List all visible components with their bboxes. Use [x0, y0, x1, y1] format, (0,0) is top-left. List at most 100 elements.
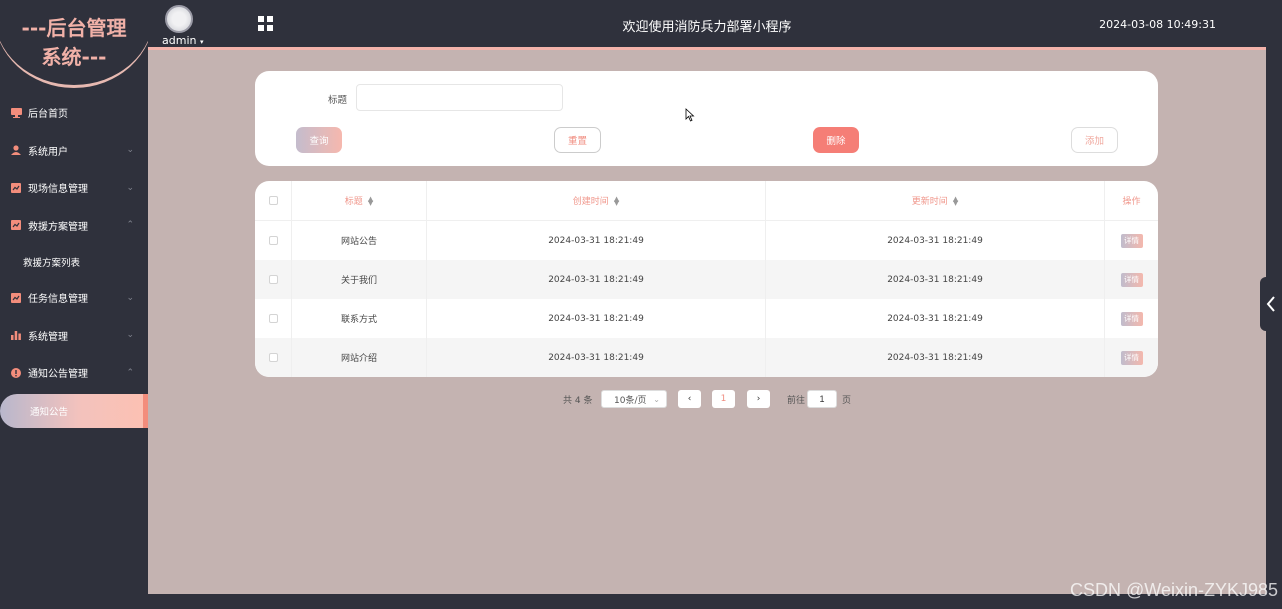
- page-suffix: 页: [842, 396, 852, 406]
- logo-text: ---后台管理 系统---: [0, 14, 148, 72]
- chevron-up-icon: ⌃: [126, 220, 134, 231]
- header-update-time[interactable]: 更新时间 ▲ ▼: [766, 181, 1105, 220]
- sidebar-item-label: 后台首页: [28, 109, 68, 121]
- header-actions: 操作: [1122, 197, 1141, 207]
- table-row: 联系方式 2024-03-31 18:21:49 2024-03-31 18:2…: [255, 299, 1158, 338]
- sidebar-item-label: 系统管理: [28, 331, 68, 343]
- row-checkbox-cell: [255, 260, 292, 299]
- row-checkbox-cell: [255, 338, 292, 377]
- table-header: 标题 ▲ ▼ 创建时间 ▲ ▼ 更新时间 ▲ ▼ 操作: [255, 181, 1158, 220]
- sidebar-item-home[interactable]: 后台首页: [0, 94, 148, 132]
- sidebar-subitem-rescue-list[interactable]: 救援方案列表: [0, 244, 148, 279]
- goto-page-input[interactable]: [807, 390, 837, 408]
- logo-line-1: ---后台管理: [21, 16, 127, 40]
- top-bar: admin ▾ 欢迎使用消防兵力部署小程序 2024-03-08 10:49:3…: [148, 0, 1266, 50]
- sidebar-subitem-label: 救援方案列表: [23, 257, 81, 269]
- table-row: 网站介绍 2024-03-31 18:21:49 2024-03-31 18:2…: [255, 338, 1158, 377]
- page-number-1[interactable]: 1: [712, 390, 735, 408]
- sidebar-item-label: 救援方案管理: [28, 221, 88, 233]
- cell-create-time: 2024-03-31 18:21:49: [427, 221, 766, 260]
- query-button[interactable]: 查询: [296, 127, 342, 153]
- delete-button[interactable]: 删除: [813, 127, 859, 153]
- chevron-left-icon: ‹: [687, 394, 692, 404]
- chevron-down-icon: ⌄: [126, 330, 134, 341]
- cell-actions: 详情: [1105, 221, 1158, 260]
- reset-button[interactable]: 重置: [554, 127, 601, 153]
- title-label: 标题: [328, 95, 348, 106]
- chevron-down-icon: ⌄: [126, 292, 134, 303]
- detail-button[interactable]: 详情: [1120, 233, 1143, 248]
- detail-button[interactable]: 详情: [1120, 311, 1143, 326]
- bar-chart-icon: [10, 329, 22, 341]
- chevron-down-icon: ⌄: [126, 145, 134, 156]
- row-checkbox[interactable]: [268, 236, 278, 245]
- collapse-panel-tab[interactable]: [1260, 277, 1282, 331]
- row-checkbox[interactable]: [268, 353, 278, 362]
- watermark: CSDN @Weixin-ZYKJ985: [1070, 580, 1278, 600]
- chevron-down-icon: ⌄: [126, 182, 134, 193]
- cell-actions: 详情: [1105, 338, 1158, 377]
- monitor-icon: [10, 107, 22, 119]
- mouse-cursor-icon: [685, 108, 695, 122]
- cell-update-time: 2024-03-31 18:21:49: [766, 221, 1105, 260]
- cell-title: 关于我们: [292, 260, 427, 299]
- cell-actions: 详情: [1105, 260, 1158, 299]
- sidebar-item-rescue-plan[interactable]: 救援方案管理 ⌃: [0, 207, 148, 245]
- sidebar-item-label: 现场信息管理: [28, 184, 88, 196]
- chart-icon: [10, 292, 22, 304]
- total-count: 共 4 条: [563, 396, 593, 406]
- cell-title: 网站介绍: [292, 338, 427, 377]
- logo: ---后台管理 系统---: [0, 0, 154, 88]
- chevron-up-icon: ⌃: [126, 367, 134, 378]
- cell-title: 联系方式: [292, 299, 427, 338]
- cell-create-time: 2024-03-31 18:21:49: [427, 299, 766, 338]
- header-title[interactable]: 标题 ▲ ▼: [292, 181, 427, 220]
- sidebar-subitem-notice[interactable]: 通知公告: [0, 393, 148, 428]
- chevron-down-icon: ⌄: [653, 394, 660, 404]
- header-checkbox-cell: [255, 181, 292, 220]
- data-table: 标题 ▲ ▼ 创建时间 ▲ ▼ 更新时间 ▲ ▼ 操作 网站公告 2024-03-31 18…: [255, 181, 1158, 377]
- table-row: 网站公告 2024-03-31 18:21:49 2024-03-31 18:2…: [255, 221, 1158, 260]
- info-icon: [10, 367, 22, 379]
- goto-label: 前往: [787, 396, 806, 406]
- sidebar-item-task-info[interactable]: 任务信息管理 ⌄: [0, 279, 148, 317]
- add-button[interactable]: 添加: [1071, 127, 1118, 153]
- table-row: 关于我们 2024-03-31 18:21:49 2024-03-31 18:2…: [255, 260, 1158, 299]
- row-checkbox[interactable]: [268, 275, 278, 284]
- pagination: 共 4 条 10条/页⌄ ‹ 1 › 前往 页: [148, 390, 1266, 408]
- sidebar-subitem-label: 通知公告: [30, 406, 69, 418]
- sidebar-item-label: 任务信息管理: [28, 294, 88, 306]
- sidebar-item-scene-info[interactable]: 现场信息管理 ⌄: [0, 169, 148, 207]
- caret-down-icon: ▾: [199, 38, 204, 46]
- chevron-right-icon: ›: [756, 394, 761, 404]
- select-all-checkbox[interactable]: [268, 196, 278, 205]
- sidebar: ---后台管理 系统--- 后台首页 系统用户 ⌄ 现场信息管理 ⌄ 救援方案管…: [0, 0, 154, 609]
- cell-update-time: 2024-03-31 18:21:49: [766, 338, 1105, 377]
- sidebar-item-system-users[interactable]: 系统用户 ⌄: [0, 132, 148, 170]
- sidebar-item-system-management[interactable]: 系统管理 ⌄: [0, 317, 148, 355]
- chevron-left-icon: [1266, 296, 1275, 312]
- user-name[interactable]: admin ▾: [162, 34, 203, 47]
- row-checkbox-cell: [255, 299, 292, 338]
- sort-icon[interactable]: ▲ ▼: [368, 195, 373, 206]
- detail-button[interactable]: 详情: [1120, 272, 1143, 287]
- cell-create-time: 2024-03-31 18:21:49: [427, 338, 766, 377]
- sidebar-item-label: 通知公告管理: [28, 369, 88, 381]
- chart-icon: [10, 219, 22, 231]
- header-create-time[interactable]: 创建时间 ▲ ▼: [427, 181, 766, 220]
- cell-update-time: 2024-03-31 18:21:49: [766, 260, 1105, 299]
- chart-icon: [10, 182, 22, 194]
- sidebar-item-notice-management[interactable]: 通知公告管理 ⌃: [0, 354, 148, 392]
- user-icon: [10, 144, 22, 156]
- detail-button[interactable]: 详情: [1120, 350, 1143, 365]
- sort-icon[interactable]: ▲ ▼: [953, 195, 958, 206]
- sort-icon[interactable]: ▲ ▼: [614, 195, 619, 206]
- cell-update-time: 2024-03-31 18:21:49: [766, 299, 1105, 338]
- prev-page-button[interactable]: ‹: [678, 390, 701, 408]
- sidebar-menu: 后台首页 系统用户 ⌄ 现场信息管理 ⌄ 救援方案管理 ⌃ 救援方案列表 任务信…: [0, 94, 148, 428]
- row-checkbox-cell: [255, 221, 292, 260]
- page-size-select[interactable]: 10条/页 ⌄: [601, 390, 667, 408]
- title-search-input[interactable]: [356, 84, 563, 111]
- next-page-button[interactable]: ›: [747, 390, 770, 408]
- row-checkbox[interactable]: [268, 314, 278, 323]
